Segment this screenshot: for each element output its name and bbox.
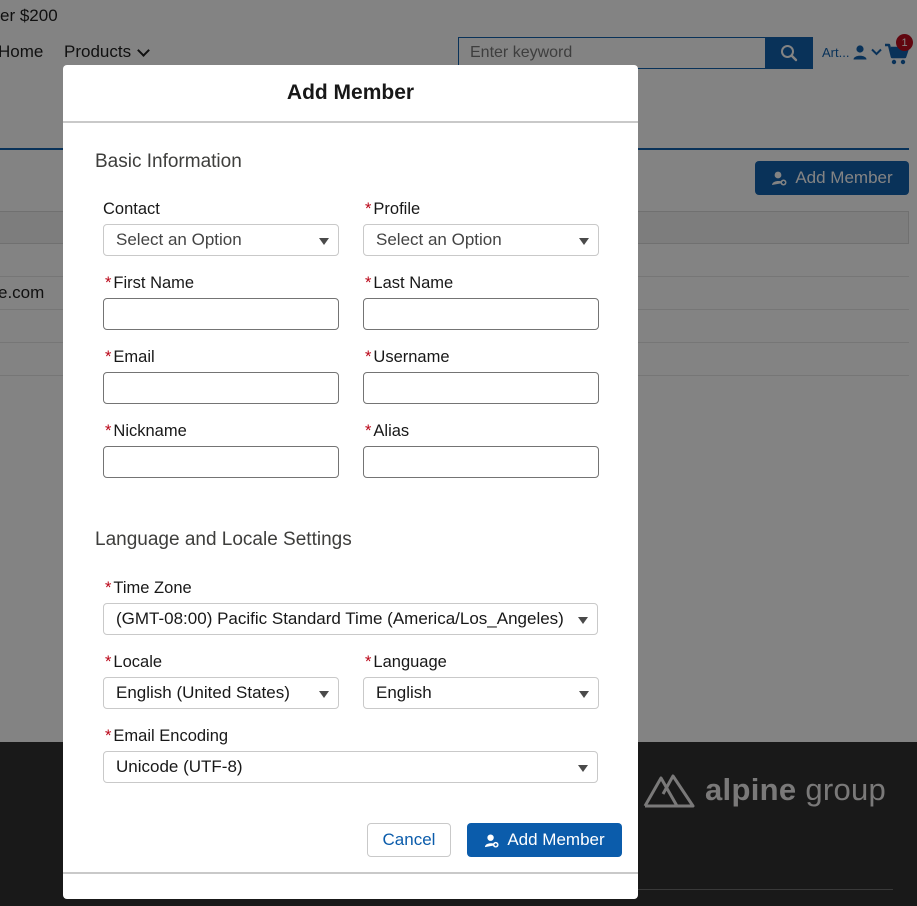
email-encoding-select[interactable]: Unicode (UTF-8) (103, 751, 598, 783)
time-zone-field: * Time Zone (GMT-08:00) Pacific Standard … (103, 577, 598, 635)
locale-field: * Locale English (United States) (103, 651, 339, 709)
first-name-field: * First Name (103, 272, 339, 330)
modal-title: Add Member (286, 81, 415, 104)
first-name-input[interactable] (103, 298, 339, 330)
dropdown-arrow-icon (579, 691, 589, 698)
language-field: * Language English (363, 651, 599, 709)
email-field: * Email (103, 346, 339, 404)
language-select-value: English (376, 683, 432, 702)
language-select[interactable]: English (363, 677, 599, 709)
add-user-icon (485, 834, 499, 848)
email-encoding-field: * Email Encoding Unicode (UTF-8) (103, 725, 598, 783)
locale-select-value: English (United States) (116, 683, 290, 702)
profile-label: * Profile (365, 199, 421, 218)
email-encoding-select-value: Unicode (UTF-8) (116, 757, 243, 776)
dropdown-arrow-icon (319, 238, 329, 245)
section-title-locale: Language and Locale Settings (95, 529, 352, 550)
dropdown-arrow-icon (579, 238, 589, 245)
required-marker: * (365, 273, 372, 292)
time-zone-select-value: (GMT-08:00) Pacific Standard Time (Ameri… (116, 609, 564, 628)
first-name-label: * First Name (105, 273, 195, 292)
username-input[interactable] (363, 372, 599, 404)
required-marker: * (105, 273, 112, 292)
alias-input[interactable] (363, 446, 599, 478)
required-marker: * (105, 347, 112, 366)
email-input[interactable] (103, 372, 339, 404)
contact-select-value: Select an Option (116, 230, 242, 249)
contact-field: Contact Select an Option (103, 198, 339, 256)
cancel-button[interactable]: Cancel (367, 823, 451, 857)
nickname-field: * Nickname (103, 420, 339, 478)
add-member-submit-label: Add Member (507, 830, 605, 849)
locale-select[interactable]: English (United States) (103, 677, 339, 709)
required-marker: * (105, 578, 112, 597)
required-marker: * (365, 199, 372, 218)
required-marker: * (365, 421, 372, 440)
modal-header: Add Member (63, 65, 638, 123)
dropdown-arrow-icon (578, 765, 588, 772)
profile-select-value: Select an Option (376, 230, 502, 249)
add-member-submit-button[interactable]: Add Member (467, 823, 622, 857)
dropdown-arrow-icon (578, 617, 588, 624)
add-member-modal: Add Member Basic Information Contact Sel… (63, 65, 638, 899)
time-zone-label: * Time Zone (105, 578, 192, 597)
section-title-basic: Basic Information (95, 151, 242, 172)
time-zone-select[interactable]: (GMT-08:00) Pacific Standard Time (Ameri… (103, 603, 598, 635)
required-marker: * (105, 726, 112, 745)
contact-label: Contact (103, 199, 160, 218)
modal-footer-divider (63, 872, 638, 874)
required-marker: * (365, 652, 372, 671)
email-encoding-label: * Email Encoding (105, 726, 229, 745)
alias-field: * Alias (363, 420, 599, 478)
contact-select[interactable]: Select an Option (103, 224, 339, 256)
profile-field: * Profile Select an Option (363, 198, 599, 256)
required-marker: * (105, 421, 112, 440)
username-label: * Username (365, 347, 450, 366)
profile-select[interactable]: Select an Option (363, 224, 599, 256)
nickname-label: * Nickname (105, 421, 187, 440)
required-marker: * (105, 652, 112, 671)
language-label: * Language (365, 652, 447, 671)
username-field: * Username (363, 346, 599, 404)
dropdown-arrow-icon (319, 691, 329, 698)
alias-label: * Alias (365, 421, 410, 440)
last-name-label: * Last Name (365, 273, 454, 292)
last-name-input[interactable] (363, 298, 599, 330)
email-label: * Email (105, 347, 155, 366)
nickname-input[interactable] (103, 446, 339, 478)
required-marker: * (365, 347, 372, 366)
last-name-field: * Last Name (363, 272, 599, 330)
locale-label: * Locale (105, 652, 163, 671)
